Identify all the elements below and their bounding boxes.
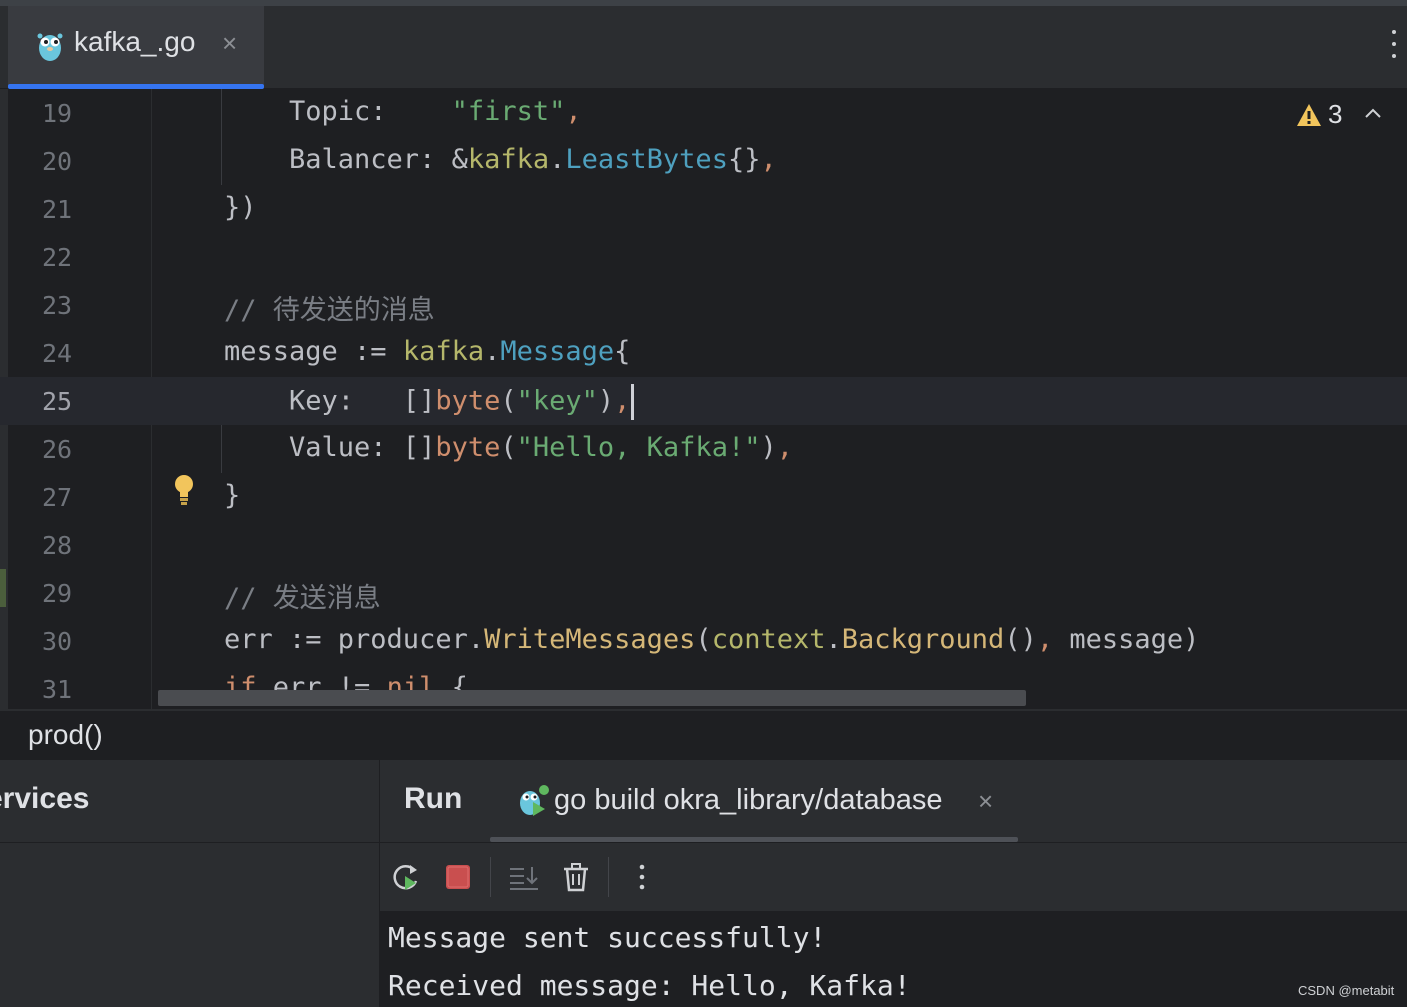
line-number: 28: [42, 531, 73, 560]
console-output[interactable]: Message sent successfully! Received mess…: [380, 911, 1407, 1007]
line-number: 21: [42, 195, 73, 224]
tab-close-icon[interactable]: ×: [222, 28, 237, 59]
editor-tab-bar: kafka_.go ×: [0, 6, 1407, 89]
code-text: }: [224, 480, 241, 511]
line-number: 25: [42, 387, 73, 416]
code-line: 30 err := producer.WriteMessages(context…: [0, 617, 1407, 665]
trash-icon[interactable]: [560, 861, 592, 893]
line-number: 26: [42, 435, 73, 464]
line-number: 27: [42, 483, 73, 512]
code-line: 28: [0, 521, 1407, 569]
rerun-icon[interactable]: [390, 861, 422, 893]
toolbar-divider: [490, 857, 491, 897]
code-line: 22: [0, 233, 1407, 281]
line-number: 22: [42, 243, 73, 272]
code-comment: // 待发送的消息: [224, 295, 435, 326]
run-config-tab[interactable]: go build okra_library/database: [554, 784, 943, 817]
code-line: 19 Topic: "first",: [0, 89, 1407, 137]
code-text: Topic: "first",: [224, 96, 582, 127]
code-text: err := producer.WriteMessages(context.Ba…: [224, 624, 1200, 655]
tab-label: kafka_.go: [74, 26, 196, 57]
code-line: 24 message := kafka.Message{: [0, 329, 1407, 377]
code-text: Value: []byte("Hello, Kafka!"),: [224, 432, 793, 463]
run-toolbar: [380, 843, 1407, 911]
code-line: 26 Value: []byte("Hello, Kafka!"),: [0, 425, 1407, 473]
more-actions-icon[interactable]: [626, 861, 658, 893]
code-text: Key: []byte("key"),: [224, 384, 635, 420]
code-comment: // 发送消息: [224, 583, 381, 614]
line-number: 24: [42, 339, 73, 368]
line-number: 29: [42, 579, 73, 608]
code-text: message := kafka.Message{: [224, 336, 631, 367]
chevron-up-icon[interactable]: [1364, 107, 1382, 119]
code-text: Balancer: &kafka.LeastBytes{},: [224, 144, 777, 175]
go-run-config-icon: [520, 785, 549, 816]
console-line: Message sent successfully!: [388, 921, 827, 954]
tab-kafka-go[interactable]: kafka_.go ×: [8, 6, 264, 88]
warning-icon: [1297, 103, 1321, 126]
services-panel: ervices: [0, 760, 380, 1007]
toolbar-divider: [608, 857, 609, 897]
text-caret: [631, 384, 635, 420]
services-title: ervices: [0, 782, 90, 815]
code-line: 20 Balancer: &kafka.LeastBytes{},: [0, 137, 1407, 185]
run-panel: Run go build okra_library/database × Mes…: [380, 760, 1407, 1007]
warning-count: 3: [1328, 99, 1343, 129]
line-number: 31: [42, 675, 73, 704]
more-options-icon[interactable]: [1392, 30, 1407, 70]
code-line: 29 // 发送消息: [0, 569, 1407, 617]
stop-icon[interactable]: [442, 861, 474, 893]
line-number: 30: [42, 627, 73, 656]
code-editor[interactable]: 19 Topic: "first", 20 Balancer: &kafka.L…: [0, 89, 1407, 709]
watermark: CSDN @metabit: [1298, 983, 1395, 998]
run-panel-title: Run: [404, 782, 463, 815]
horizontal-scrollbar[interactable]: [158, 690, 1026, 706]
line-number: 20: [42, 147, 73, 176]
code-line: 27 }: [0, 473, 1407, 521]
line-number: 19: [42, 99, 73, 128]
breadcrumb-item-prod[interactable]: prod(): [28, 719, 103, 751]
code-line-current: 25 Key: []byte("key"),: [0, 377, 1407, 425]
inspection-widget[interactable]: 3: [1296, 99, 1342, 130]
breadcrumb: prod(): [0, 710, 1407, 761]
run-tab-close-icon[interactable]: ×: [978, 786, 993, 817]
go-gopher-icon: [37, 33, 63, 61]
code-line: 23 // 待发送的消息: [0, 281, 1407, 329]
code-text: }): [224, 192, 257, 223]
divider: [0, 842, 379, 843]
intention-lightbulb-icon[interactable]: [172, 473, 196, 509]
scroll-to-end-icon[interactable]: [508, 861, 540, 893]
line-number: 23: [42, 291, 73, 320]
code-line: 21 }): [0, 185, 1407, 233]
console-line: Received message: Hello, Kafka!: [388, 969, 911, 1002]
